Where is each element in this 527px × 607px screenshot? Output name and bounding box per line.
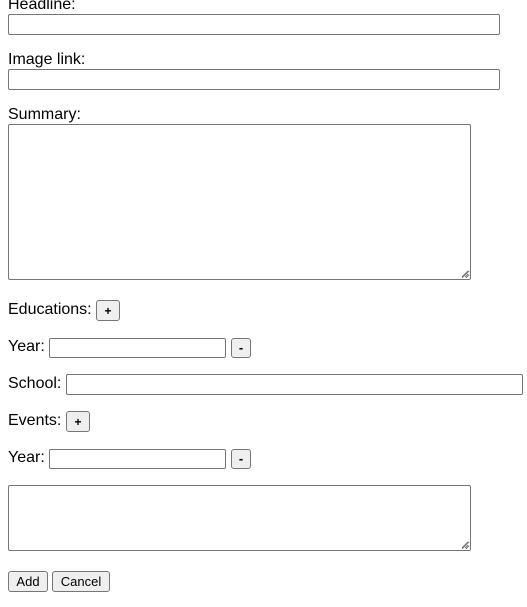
- remove-event-button[interactable]: -: [231, 449, 251, 469]
- add-event-button[interactable]: +: [66, 411, 90, 432]
- summary-textarea[interactable]: [8, 124, 471, 280]
- event-description-textarea[interactable]: [8, 485, 471, 551]
- education-school-label: School:: [8, 375, 62, 392]
- headline-input[interactable]: [8, 14, 500, 35]
- education-year-label: Year:: [8, 338, 45, 355]
- headline-label: Headline:: [8, 0, 76, 13]
- educations-label: Educations:: [8, 301, 92, 318]
- event-year-label: Year:: [8, 449, 45, 466]
- event-year-input[interactable]: [49, 449, 226, 469]
- summary-label: Summary:: [8, 106, 81, 123]
- events-label: Events:: [8, 412, 62, 429]
- remove-education-button[interactable]: -: [231, 338, 251, 358]
- education-year-input[interactable]: [49, 338, 226, 358]
- add-education-button[interactable]: +: [96, 300, 120, 321]
- add-button[interactable]: Add: [8, 571, 48, 592]
- education-school-input[interactable]: [66, 374, 523, 395]
- image-link-label: Image link:: [8, 51, 86, 68]
- image-link-input[interactable]: [8, 69, 500, 90]
- cancel-button[interactable]: Cancel: [52, 571, 110, 592]
